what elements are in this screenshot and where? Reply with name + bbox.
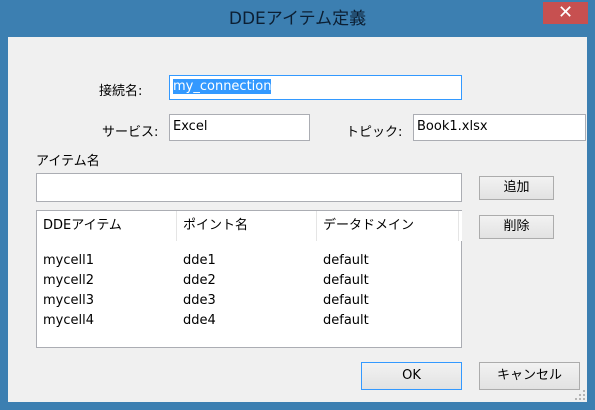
service-input[interactable]: Excel (169, 114, 310, 141)
close-button[interactable]: ✕ (543, 2, 588, 24)
cell-point-name: dde4 (183, 313, 216, 328)
cell-data-domain: default (323, 253, 369, 268)
connection-name-input[interactable]: my_connection (169, 75, 462, 100)
cell-dde-item: mycell1 (43, 253, 94, 268)
connection-name-value: my_connection (173, 79, 272, 94)
column-header-dde-item[interactable]: DDEアイテム (37, 211, 177, 241)
item-name-input[interactable] (36, 173, 462, 202)
table-row[interactable]: mycell1 dde1 default (37, 251, 457, 271)
ok-button[interactable]: OK (361, 362, 462, 390)
window-title: DDEアイテム定義 (228, 9, 367, 29)
cell-point-name: dde1 (183, 253, 216, 268)
delete-button[interactable]: 削除 (479, 215, 554, 239)
cancel-button[interactable]: キャンセル (479, 362, 580, 390)
cell-data-domain: default (323, 293, 369, 308)
dde-item-list[interactable]: DDEアイテム ポイント名 データドメイン mycell1 dde1 defau… (36, 210, 462, 348)
cell-dde-item: mycell3 (43, 293, 94, 308)
service-label: サービス: (102, 125, 159, 140)
cell-point-name: dde2 (183, 273, 216, 288)
close-icon: ✕ (557, 2, 574, 23)
list-header: DDEアイテム ポイント名 データドメイン (37, 211, 462, 241)
dde-item-definition-dialog: DDEアイテム定義 ✕ 接続名: my_connection サービス: Exc… (0, 0, 595, 410)
cell-data-domain: default (323, 313, 369, 328)
cell-data-domain: default (323, 273, 369, 288)
cell-dde-item: mycell4 (43, 313, 94, 328)
column-header-data-domain[interactable]: データドメイン (317, 211, 459, 241)
title-bar[interactable]: DDEアイテム定義 ✕ (1, 1, 594, 37)
table-row[interactable]: mycell2 dde2 default (37, 271, 457, 291)
add-button[interactable]: 追加 (479, 176, 554, 200)
item-name-label: アイテム名 (36, 154, 100, 169)
topic-label: トピック: (346, 125, 403, 140)
cell-point-name: dde3 (183, 293, 216, 308)
table-row[interactable]: mycell3 dde3 default (37, 291, 457, 311)
dialog-body: 接続名: my_connection サービス: Excel トピック: Boo… (8, 37, 587, 402)
table-row[interactable]: mycell4 dde4 default (37, 311, 457, 331)
column-header-point-name[interactable]: ポイント名 (177, 211, 317, 241)
resize-grip-icon[interactable] (575, 390, 585, 400)
topic-input[interactable]: Book1.xlsx (413, 114, 586, 141)
cell-dde-item: mycell2 (43, 273, 94, 288)
connection-name-label: 接続名: (99, 84, 143, 99)
